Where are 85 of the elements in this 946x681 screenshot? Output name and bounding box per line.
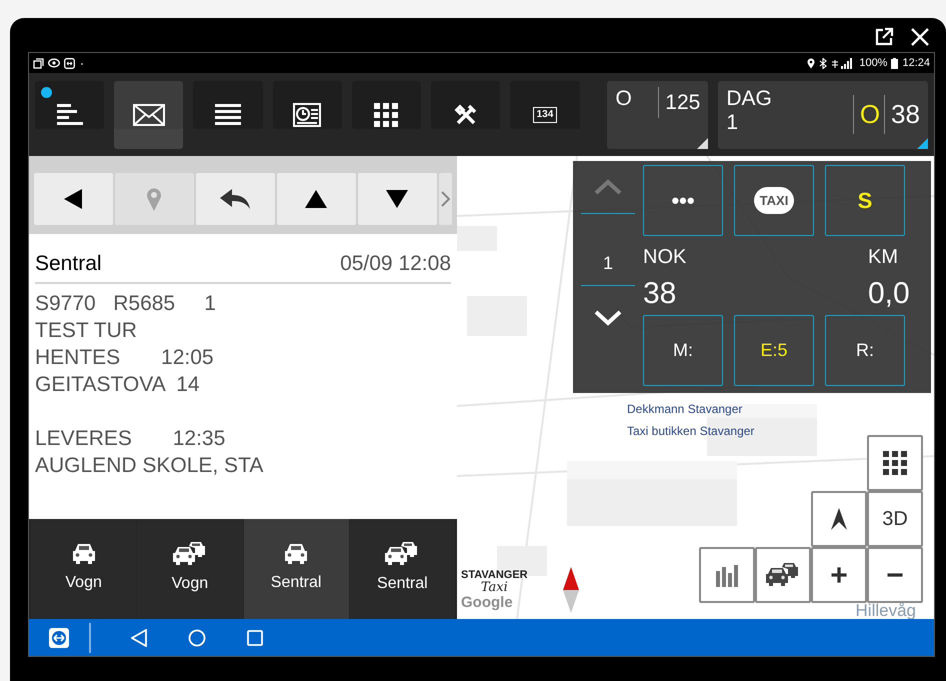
location-icon <box>807 58 816 68</box>
tab[interactable]: Vogn <box>31 519 136 619</box>
two-cars-icon <box>766 563 800 587</box>
counter-label: O <box>615 86 632 110</box>
home-icon <box>188 628 206 646</box>
panel-button[interactable]: S <box>825 165 905 236</box>
toolbar-button[interactable] <box>114 80 184 148</box>
message-line: GEITASTOVA 14 <box>35 372 200 398</box>
compass-icon <box>563 567 579 613</box>
two-cars-icon <box>172 542 207 566</box>
map-control-button[interactable]: + <box>811 547 867 603</box>
counter-sub: 1 <box>726 110 739 134</box>
distance-value: 0,0 <box>867 276 910 312</box>
message-datetime: 05/09 12:08 <box>340 251 451 277</box>
battery-text: 100% <box>859 56 888 71</box>
grid-icon <box>883 451 907 475</box>
popout-icon <box>874 27 894 47</box>
grid-icon <box>374 102 398 126</box>
tab[interactable]: Vogn <box>137 519 242 619</box>
map-control-button[interactable] <box>755 547 811 603</box>
nav-button[interactable] <box>34 173 113 225</box>
car-icon <box>283 543 310 565</box>
attribution-text: Google <box>461 594 513 613</box>
down-triangle-icon <box>386 190 408 208</box>
car-icon <box>70 543 97 565</box>
copy-icon <box>33 58 44 68</box>
counter-value: 125 <box>658 86 700 118</box>
up-triangle-icon <box>305 190 328 208</box>
tab[interactable]: Sentral <box>244 519 349 619</box>
clock-text: 12:24 <box>902 56 930 71</box>
chevron-up-icon <box>594 179 622 195</box>
indicator-letter: O <box>852 95 880 134</box>
map-label: Dekkmann Stavanger <box>627 401 742 418</box>
back-icon <box>131 628 147 646</box>
message-line: S9770 R5685 1 <box>35 290 216 316</box>
close-icon <box>910 27 930 47</box>
list-icon <box>215 104 242 126</box>
tools-icon <box>454 102 478 126</box>
panel-button[interactable]: E:5 <box>734 315 814 386</box>
counter-number: 1 <box>602 252 613 275</box>
reply-arrow-icon <box>220 189 250 209</box>
bluetooth-icon <box>819 58 828 68</box>
distance-label: KM <box>867 245 898 270</box>
buildings-icon <box>716 563 738 587</box>
counter-value: 38 <box>884 95 920 134</box>
message-line: TEST TUR <box>35 318 137 344</box>
battery-icon <box>891 58 898 68</box>
map-control-button[interactable] <box>811 491 867 547</box>
counter-label: DAG <box>726 86 772 110</box>
fare-label: NOK <box>643 245 686 270</box>
two-cars-icon <box>385 542 420 566</box>
nav-button[interactable] <box>358 173 437 225</box>
eye-icon <box>48 58 60 68</box>
clock-list-icon <box>293 102 322 126</box>
panel-button[interactable]: M: <box>643 315 723 386</box>
recents-icon <box>247 630 263 646</box>
taxi-badge: TAXI <box>754 187 794 214</box>
map-control-button[interactable] <box>867 435 923 491</box>
map-building <box>457 226 497 251</box>
chevron-down-icon <box>594 310 622 326</box>
message-line: LEVERES 12:35 <box>35 426 226 452</box>
envelope-icon <box>132 104 165 126</box>
panel-button[interactable]: TAXI <box>734 165 814 236</box>
remote-icon <box>49 628 69 648</box>
chevron-right-icon <box>440 191 450 207</box>
panel-button[interactable]: ••• <box>643 165 723 236</box>
arrowhead-icon <box>831 508 847 530</box>
left-triangle-icon <box>64 189 82 209</box>
map-label: Taxi butikken Stavanger <box>627 423 754 440</box>
menu-icon <box>56 104 83 126</box>
map-control-button[interactable]: 3D <box>867 491 923 547</box>
nav-button[interactable] <box>196 173 275 225</box>
fare-value: 38 <box>643 276 676 312</box>
logo-script: Taxi <box>480 581 508 594</box>
message-sender: Sentral <box>35 251 102 277</box>
map-control-button[interactable]: − <box>867 547 923 603</box>
panel-button[interactable]: R: <box>825 315 905 386</box>
remote-icon <box>64 58 75 68</box>
logo-text: STAVANGER <box>461 570 528 582</box>
message-line: HENTES 12:05 <box>35 344 214 370</box>
meter-label: 134 <box>532 106 558 122</box>
location-pin-icon <box>146 187 162 211</box>
message-line: AUGLEND SKOLE, STA <box>35 452 264 478</box>
nav-button[interactable] <box>276 173 356 225</box>
tab[interactable]: Sentral <box>350 519 455 619</box>
